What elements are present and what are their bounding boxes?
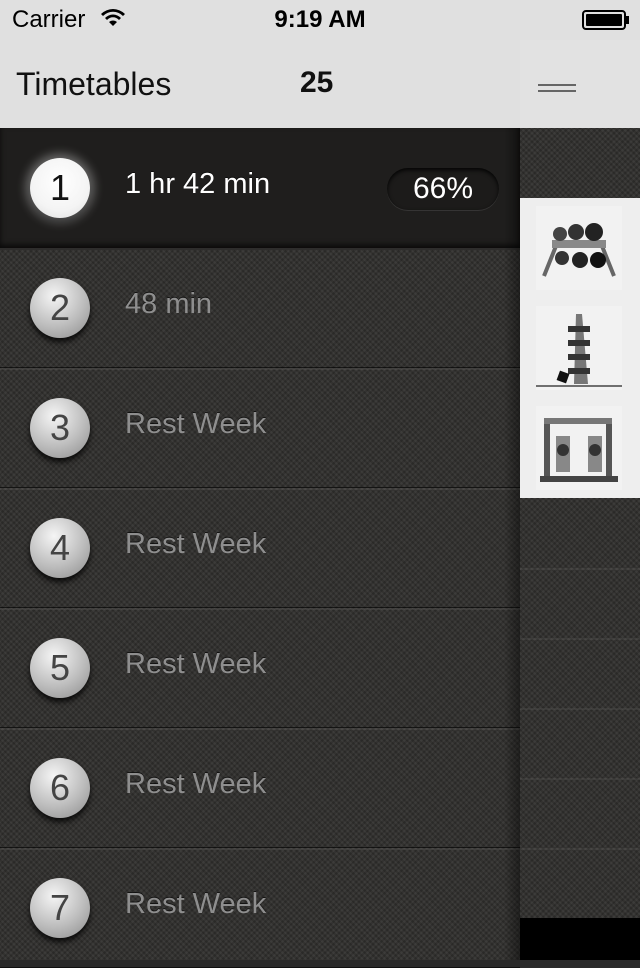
- week-row-7[interactable]: 7 Rest Week: [0, 848, 520, 968]
- week-duration-label: Rest Week: [125, 768, 267, 800]
- divider: [520, 848, 640, 850]
- week-row-1[interactable]: 1 1 hr 42 min 66%: [0, 128, 520, 250]
- equipment-thumbnails: [520, 198, 640, 498]
- week-row-6[interactable]: 6 Rest Week: [0, 728, 520, 850]
- week-row-3[interactable]: 3 Rest Week: [0, 368, 520, 490]
- week-row-5[interactable]: 5 Rest Week: [0, 608, 520, 730]
- menu-icon[interactable]: [538, 84, 576, 94]
- week-duration-label: Rest Week: [125, 528, 267, 560]
- divider: [520, 568, 640, 570]
- week-number-badge: 3: [30, 398, 90, 458]
- drawer-footer: [520, 918, 640, 960]
- week-number-badge: 6: [30, 758, 90, 818]
- week-duration-label: Rest Week: [125, 888, 267, 920]
- panel-edge-shadow: [504, 128, 520, 960]
- week-number-badge: 7: [30, 878, 90, 938]
- status-time: 9:19 AM: [274, 6, 366, 33]
- timetable-count: 25: [300, 66, 334, 99]
- week-number-badge: 4: [30, 518, 90, 578]
- divider: [520, 778, 640, 780]
- progress-percent-badge: 66%: [387, 168, 499, 210]
- week-duration-label: Rest Week: [125, 408, 267, 440]
- drawer-header: [520, 40, 640, 128]
- week-number-badge: 2: [30, 278, 90, 338]
- week-row-4[interactable]: 4 Rest Week: [0, 488, 520, 610]
- week-number-badge: 5: [30, 638, 90, 698]
- week-list: 1 1 hr 42 min 66% 2 48 min 3 Rest Week 4…: [0, 128, 520, 960]
- week-duration-label: 48 min: [125, 288, 213, 320]
- divider: [520, 708, 640, 710]
- week-row-2[interactable]: 2 48 min: [0, 248, 520, 370]
- week-number-badge: 1: [30, 158, 90, 218]
- side-drawer: [520, 0, 640, 960]
- kettlebell-rack-image[interactable]: [536, 206, 622, 290]
- power-rack-image[interactable]: [536, 406, 622, 490]
- page-title: Timetables: [16, 66, 172, 102]
- status-bar: Carrier 9:19 AM: [0, 0, 640, 40]
- timetables-panel: Timetables 25 1 1 hr 42 min 66% 2 48 min…: [0, 0, 520, 960]
- nav-bar: Timetables 25: [0, 40, 520, 128]
- divider: [520, 638, 640, 640]
- week-duration-label: Rest Week: [125, 648, 267, 680]
- battery-icon: [582, 10, 629, 30]
- week-duration-label: 1 hr 42 min: [125, 168, 271, 200]
- dumbbell-tree-image[interactable]: [536, 306, 622, 390]
